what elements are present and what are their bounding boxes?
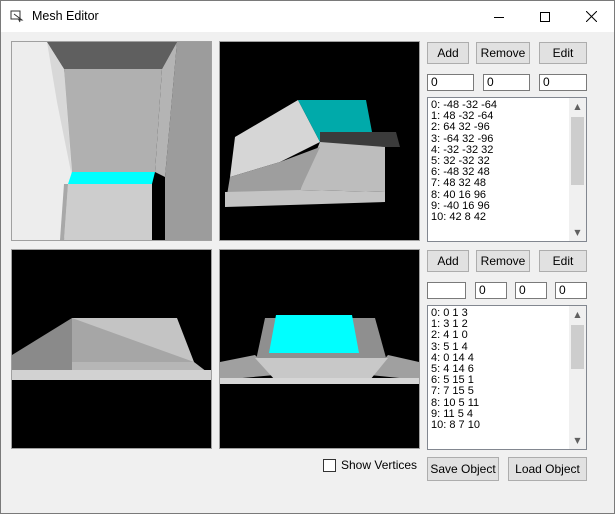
edit-vertex-button[interactable]: Edit (539, 42, 587, 64)
vertex-y-field[interactable]: 0 (483, 74, 530, 91)
title-bar[interactable]: Mesh Editor (1, 1, 614, 32)
face-list-scrollbar[interactable]: ▲ ▼ (569, 306, 586, 449)
vertex-x-field[interactable]: 0 (427, 74, 474, 91)
scroll-thumb[interactable] (571, 117, 584, 185)
list-item[interactable]: 10: 8 7 10 (431, 419, 586, 431)
minimize-button[interactable] (476, 1, 522, 32)
edit-face-button[interactable]: Edit (539, 250, 587, 272)
vertex-list[interactable]: 0: -48 -32 -64 1: 48 -32 -64 2: 64 32 -9… (427, 97, 587, 242)
window-title: Mesh Editor (32, 9, 99, 23)
remove-vertex-button[interactable]: Remove (476, 42, 530, 64)
list-item[interactable]: 7: 48 32 48 (431, 178, 586, 189)
vertex-list-scrollbar[interactable]: ▲ ▼ (569, 98, 586, 241)
face-list[interactable]: 0: 0 1 3 1: 3 1 2 2: 4 1 0 3: 5 1 4 4: 0… (427, 305, 587, 450)
mesh-app-icon (10, 10, 24, 23)
minimize-icon (494, 16, 504, 18)
show-vertices-label: Show Vertices (341, 458, 418, 472)
face-v2-field[interactable]: 0 (515, 282, 547, 299)
scroll-thumb[interactable] (571, 325, 584, 369)
close-button[interactable] (568, 1, 614, 32)
add-vertex-button[interactable]: Add (427, 42, 469, 64)
face-name-field[interactable] (427, 282, 466, 299)
save-object-button[interactable]: Save Object (427, 457, 499, 481)
remove-face-button[interactable]: Remove (476, 250, 530, 272)
maximize-button[interactable] (522, 1, 568, 32)
face-v3-field[interactable]: 0 (555, 282, 587, 299)
add-face-button[interactable]: Add (427, 250, 469, 272)
show-vertices-checkbox[interactable] (323, 459, 336, 472)
vertex-z-field[interactable]: 0 (539, 74, 587, 91)
viewport-side[interactable] (11, 249, 212, 449)
load-object-button[interactable]: Load Object (508, 457, 587, 481)
list-item[interactable]: 2: 4 1 0 (431, 330, 586, 341)
scroll-up-icon[interactable]: ▲ (569, 98, 586, 115)
list-item[interactable]: 2: 64 32 -96 (431, 122, 586, 133)
close-icon (585, 11, 597, 22)
scroll-up-icon[interactable]: ▲ (569, 306, 586, 323)
face-v1-field[interactable]: 0 (475, 282, 507, 299)
scroll-down-icon[interactable]: ▼ (569, 432, 586, 449)
viewport-front[interactable] (11, 41, 212, 241)
list-item[interactable]: 7: 7 15 5 (431, 386, 586, 397)
viewport-rear[interactable] (219, 249, 420, 449)
maximize-icon (540, 11, 550, 22)
scroll-down-icon[interactable]: ▼ (569, 224, 586, 241)
list-item[interactable]: 10: 42 8 42 (431, 211, 586, 223)
viewport-perspective[interactable] (219, 41, 420, 241)
mesh-editor-window: Mesh Editor Add Remove Edit 0 0 0 0: -48… (0, 0, 615, 514)
